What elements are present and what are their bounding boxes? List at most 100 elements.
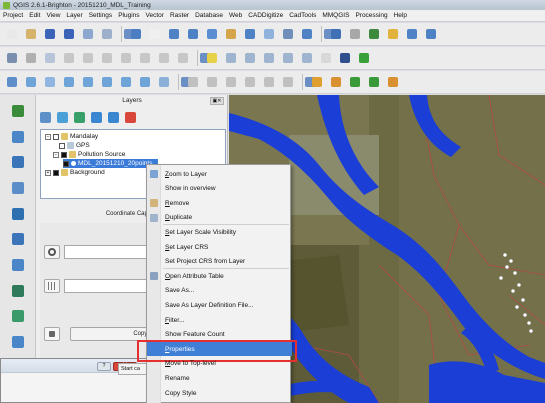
open-project-icon[interactable]	[23, 26, 39, 42]
tree-item-gps[interactable]: GPS	[59, 141, 90, 150]
add-wcs-icon[interactable]	[137, 74, 153, 90]
cadtools-extend-icon[interactable]	[385, 74, 401, 90]
menu-item-move-to-top-level[interactable]: Move to Top-level	[147, 357, 292, 371]
cadtools-ortho-icon[interactable]	[309, 74, 325, 90]
save-edits-icon[interactable]	[42, 50, 58, 66]
new-project-icon[interactable]	[4, 26, 20, 42]
composer-manager-icon[interactable]	[99, 26, 115, 42]
cad-circle-icon[interactable]	[223, 74, 239, 90]
add-feature-icon[interactable]	[61, 50, 77, 66]
zoom-out-icon[interactable]	[185, 26, 201, 42]
help-button[interactable]: ?	[97, 362, 111, 371]
cadtools-intersect-icon[interactable]	[347, 74, 363, 90]
tree-item-selected-layer[interactable]: MDL_20151210_20points	[63, 159, 159, 168]
layer-visibility-checkbox[interactable]	[59, 142, 65, 149]
menu-cadtools[interactable]: CadTools	[289, 12, 316, 19]
cut-features-icon[interactable]	[137, 50, 153, 66]
menu-plugins[interactable]: Plugins	[118, 12, 139, 19]
menu-item-set-project-crs-from-layer[interactable]: Set Project CRS from Layer	[147, 255, 292, 269]
delete-selected-icon[interactable]	[118, 50, 134, 66]
move-feature-icon[interactable]	[80, 50, 96, 66]
menu-item-save-as[interactable]: Save As...	[147, 284, 292, 298]
panel-float-close-buttons[interactable]: ▣✕	[210, 97, 224, 105]
menu-help[interactable]: Help	[394, 12, 407, 19]
label-show-hide-icon[interactable]	[242, 50, 258, 66]
crs-coordinate-field[interactable]	[64, 245, 152, 259]
menu-item-save-as-layer-definition-file[interactable]: Save As Layer Definition File...	[147, 298, 292, 312]
menu-item-copy-style[interactable]: Copy Style	[147, 386, 292, 400]
start-capture-button[interactable]: Start ca	[118, 363, 148, 375]
cad-ellipse-icon[interactable]	[261, 74, 277, 90]
open-layer-styling-icon[interactable]	[40, 111, 51, 123]
menu-view[interactable]: View	[46, 12, 60, 19]
label-pin-icon[interactable]	[223, 50, 239, 66]
zoom-native-icon[interactable]	[261, 26, 277, 42]
filter-legend-icon[interactable]	[74, 111, 85, 123]
expand-all-icon[interactable]	[91, 111, 102, 123]
crs-selector-button[interactable]	[44, 245, 60, 259]
add-postgis-layer-icon[interactable]	[7, 152, 29, 172]
cadtools-parallel-icon[interactable]	[328, 74, 344, 90]
paste-features-icon[interactable]	[175, 50, 191, 66]
new-print-composer-icon[interactable]	[80, 26, 96, 42]
menu-item-zoom-to-layer[interactable]: Zoom to Layer	[147, 167, 292, 181]
add-oracle-icon[interactable]	[99, 74, 115, 90]
tree-item-background[interactable]: + Background	[45, 168, 105, 177]
menu-edit[interactable]: Edit	[29, 12, 40, 19]
menu-item-set-layer-scale-visibility[interactable]: Set Layer Scale Visibility	[147, 225, 292, 239]
menu-database[interactable]: Database	[195, 12, 223, 19]
cad-arc-icon[interactable]	[242, 74, 258, 90]
plugin-icon[interactable]	[356, 50, 372, 66]
copy-features-icon[interactable]	[156, 50, 172, 66]
deselect-icon[interactable]	[385, 26, 401, 42]
zoom-to-selection-icon[interactable]	[223, 26, 239, 42]
toggle-editing-icon[interactable]	[23, 50, 39, 66]
menu-settings[interactable]: Settings	[89, 12, 113, 19]
menu-item-remove[interactable]: Remove	[147, 196, 292, 210]
layer-visibility-checkbox[interactable]	[63, 160, 69, 167]
expand-toggle[interactable]: +	[45, 169, 51, 176]
cad-rectangle-icon[interactable]	[204, 74, 220, 90]
cad-polygon-icon[interactable]	[280, 74, 296, 90]
add-wfs-layer-icon[interactable]	[7, 306, 29, 326]
tree-item-mandalay[interactable]: − Mandalay	[45, 132, 98, 141]
menu-processing[interactable]: Processing	[355, 12, 387, 19]
menu-caddigitize[interactable]: CADDigitize	[248, 12, 283, 19]
zoom-last-icon[interactable]	[280, 26, 296, 42]
collapse-all-icon[interactable]	[108, 111, 119, 123]
measure-icon[interactable]	[404, 26, 420, 42]
add-spatialite-icon[interactable]	[61, 74, 77, 90]
capture-button[interactable]	[44, 327, 60, 341]
layer-visibility-checkbox[interactable]	[61, 151, 67, 158]
add-raster-icon[interactable]	[23, 74, 39, 90]
node-tool-icon[interactable]	[99, 50, 115, 66]
add-wms-icon[interactable]	[118, 74, 134, 90]
layer-visibility-checkbox[interactable]	[53, 169, 59, 176]
pan-to-selection-icon[interactable]	[147, 26, 163, 42]
add-mssql-icon[interactable]	[80, 74, 96, 90]
add-delimited-text-icon[interactable]	[7, 332, 29, 352]
menu-item-properties[interactable]: Properties	[137, 340, 297, 363]
menu-raster[interactable]: Raster	[170, 12, 189, 19]
label-change-icon[interactable]	[299, 50, 315, 66]
add-raster-layer-icon[interactable]	[7, 127, 29, 147]
add-vector-layer-icon[interactable]	[7, 101, 29, 121]
menu-item-show-in-overview[interactable]: Show in overview	[147, 182, 292, 196]
map-coordinate-field[interactable]	[64, 279, 152, 293]
pan-map-icon[interactable]	[128, 26, 144, 42]
menu-item-open-attribute-table[interactable]: Open Attribute Table	[147, 269, 292, 283]
add-wcs-layer-icon[interactable]	[7, 281, 29, 301]
add-group-icon[interactable]	[57, 111, 68, 123]
csv-icon[interactable]	[318, 50, 334, 66]
menu-layer[interactable]: Layer	[66, 12, 82, 19]
menu-item-filter[interactable]: Filter...	[147, 313, 292, 327]
select-features-icon[interactable]	[366, 26, 382, 42]
save-project-icon[interactable]	[42, 26, 58, 42]
expand-toggle[interactable]: −	[53, 151, 59, 158]
map-crs-button[interactable]	[44, 279, 60, 293]
map-tips-icon[interactable]	[423, 26, 439, 42]
layer-visibility-checkbox[interactable]	[53, 133, 59, 140]
menu-project[interactable]: Project	[3, 12, 23, 19]
add-oracle-layer-icon[interactable]	[7, 229, 29, 249]
cad-point-icon[interactable]	[185, 74, 201, 90]
